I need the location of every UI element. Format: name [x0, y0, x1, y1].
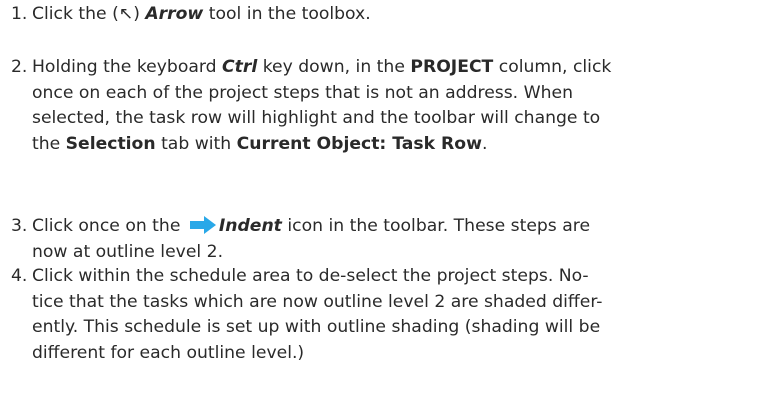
text-run: now at outline level 2.	[32, 241, 224, 262]
text-run: ently. This schedule is set up with outl…	[32, 317, 601, 338]
text-run: once on each of the project steps that i…	[32, 82, 573, 103]
step-text: Click the (↖) Arrow tool in the toolbox.	[32, 2, 756, 28]
step-number: 2.	[11, 57, 28, 77]
step-line: selected, the task row will highlight an…	[32, 106, 756, 132]
step-4: 4. Click within the schedule area to de-…	[0, 264, 756, 366]
text-run: Click within the schedule area to de-sel…	[32, 266, 589, 286]
step-number: 1.	[11, 4, 28, 24]
project-column-name: PROJECT	[410, 57, 494, 77]
text-run: tool in the toolbox.	[203, 4, 371, 24]
step-text: Click within the schedule area to de-sel…	[32, 264, 756, 366]
text-run: the	[32, 133, 66, 154]
instructions-document: 1. Click the (↖) Arrow tool in the toolb…	[0, 0, 759, 404]
text-run: icon in the toolbar. These steps are	[281, 216, 591, 236]
text-run: tice that the tasks which are now outlin…	[32, 291, 603, 312]
step-number: 3.	[11, 216, 28, 236]
indent-tool-name: Indent	[218, 216, 282, 236]
step-line: now at outline level 2.	[32, 240, 756, 266]
step-line: tice that the tasks which are now outlin…	[32, 290, 756, 316]
ctrl-key-name: Ctrl	[222, 57, 258, 77]
step-line: Click the (↖) Arrow tool in the toolbox.	[32, 2, 756, 28]
arrow-tool-name: Arrow	[145, 4, 204, 24]
text-run: Click the (	[32, 4, 119, 24]
step-line: ently. This schedule is set up with outl…	[32, 315, 756, 341]
text-run: key down, in the	[257, 57, 411, 77]
text-run: different for each outline level.)	[32, 342, 305, 363]
step-line: Holding the keyboard Ctrl key down, in t…	[32, 55, 756, 81]
step-2: 2. Holding the keyboard Ctrl key down, i…	[0, 55, 756, 157]
step-3: 3. Click once on the Indent icon in the …	[0, 214, 756, 265]
step-line: the Selection tab with Current Object: T…	[32, 132, 756, 158]
selection-tab-name: Selection	[65, 133, 156, 154]
text-run: Holding the keyboard	[32, 57, 223, 77]
text-run: Click once on the	[32, 216, 186, 236]
step-text: Click once on the Indent icon in the too…	[32, 214, 756, 265]
text-run: tab with	[155, 133, 237, 154]
step-number: 4.	[11, 266, 28, 286]
step-line: once on each of the project steps that i…	[32, 81, 756, 107]
step-line: Click within the schedule area to de-sel…	[32, 264, 756, 290]
text-run: selected, the task row will highlight an…	[32, 108, 601, 129]
step-text: Holding the keyboard Ctrl key down, in t…	[32, 55, 756, 157]
step-1: 1. Click the (↖) Arrow tool in the toolb…	[0, 2, 756, 28]
step-line: Click once on the Indent icon in the too…	[32, 214, 756, 240]
indent-arrow-icon	[189, 216, 216, 234]
step-line: different for each outline level.)	[32, 341, 756, 367]
current-object-name: Current Object: Task Row	[236, 133, 482, 154]
text-run: .	[481, 133, 488, 154]
arrow-tool-icon: ↖	[118, 4, 134, 24]
text-run: column, click	[493, 57, 612, 77]
text-run: )	[133, 4, 146, 24]
